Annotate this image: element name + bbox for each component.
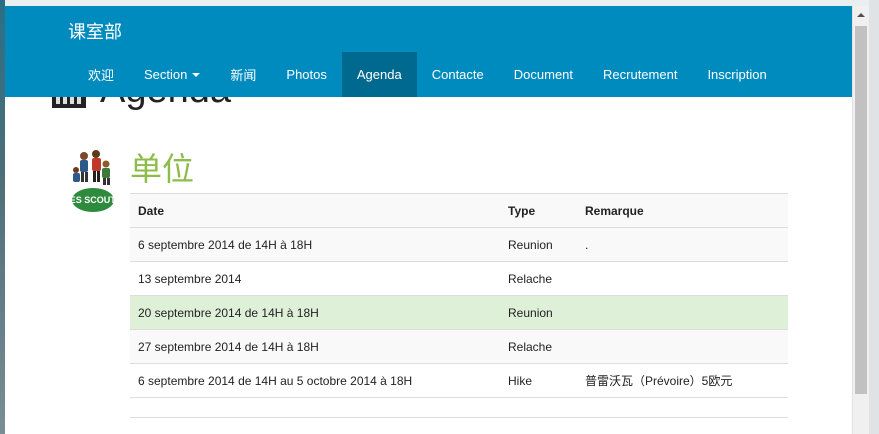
agenda-table: Date Type Remarque 6 septembre 2014 de 1… xyxy=(130,193,788,398)
nav-item-新闻[interactable]: 新闻 xyxy=(215,52,271,97)
cell-type: Reunion xyxy=(500,295,577,330)
cell-date: 27 septembre 2014 de 14H à 18H xyxy=(130,329,500,364)
nav-item-section[interactable]: Section xyxy=(129,52,215,97)
vertical-scrollbar[interactable] xyxy=(852,6,869,434)
cell-date: 13 septembre 2014 xyxy=(130,261,500,296)
scouts-figures-icon xyxy=(73,150,110,185)
cell-date: 6 septembre 2014 de 14H au 5 octobre 201… xyxy=(130,363,500,398)
nav-item-photos[interactable]: Photos xyxy=(271,52,341,97)
brand-title[interactable]: 课室部 xyxy=(68,18,122,44)
nav-item-label: Contacte xyxy=(431,67,484,82)
nav-item-agenda[interactable]: Agenda xyxy=(341,52,417,97)
cell-type: Relache xyxy=(500,261,577,296)
nav-item-label: Recrutement xyxy=(603,67,678,82)
page-title-text: Agenda xyxy=(100,97,231,112)
window-right-edge xyxy=(869,0,879,434)
cell-date: 6 septembre 2014 de 14H à 18H xyxy=(130,227,500,262)
table-row: 13 septembre 2014 Relache xyxy=(130,261,788,296)
table-row: 6 septembre 2014 de 14H à 18H Reunion. xyxy=(130,227,788,262)
nav-item-欢迎[interactable]: 欢迎 xyxy=(73,52,129,97)
table-row: 20 septembre 2014 de 14H à 18H Reunion xyxy=(130,295,788,330)
caret-down-icon xyxy=(192,72,201,77)
nav-item-label: Agenda xyxy=(356,67,402,82)
page-heading-container: Agenda xyxy=(5,97,852,117)
calendar-icon xyxy=(52,97,86,108)
unit-title: 单位 xyxy=(130,151,195,187)
nav-item-label: 新闻 xyxy=(230,68,257,83)
cell-remark: . xyxy=(577,227,788,262)
table-row: 27 septembre 2014 de 14H à 18H Relache xyxy=(130,329,788,364)
scroll-up-arrow-icon[interactable] xyxy=(853,6,869,23)
cell-remark xyxy=(577,295,788,330)
cell-remark: 普雷沃瓦（Prévoire）5欧元 xyxy=(577,363,788,398)
nav-item-label: 欢迎 xyxy=(88,68,115,83)
nav-item-label: Document xyxy=(513,67,574,82)
cell-type: Reunion xyxy=(500,227,577,262)
main-nav: 欢迎 Section 新闻 Photos Agenda Contacte Document R… xyxy=(73,52,782,97)
scrollbar-thumb[interactable] xyxy=(855,26,867,394)
nav-item-label: Section xyxy=(144,67,188,82)
table-header-row: Date Type Remarque xyxy=(130,193,788,228)
nav-item-label: Photos xyxy=(286,67,327,82)
nav-item-recrutement[interactable]: Recrutement xyxy=(588,52,692,97)
cell-type: Relache xyxy=(500,329,577,364)
nav-item-label: Inscription xyxy=(707,67,767,82)
page-title: Agenda xyxy=(52,97,231,112)
column-header-date: Date xyxy=(130,193,500,228)
column-header-remark: Remarque xyxy=(577,193,788,228)
nav-item-inscription[interactable]: Inscription xyxy=(692,52,781,97)
table-row: 6 septembre 2014 de 14H au 5 octobre 201… xyxy=(130,363,788,398)
top-navbar: 课室部 欢迎 Section 新闻 Photos Agenda Contacte Docum… xyxy=(5,6,852,97)
cell-type: Hike xyxy=(500,363,577,398)
cell-remark xyxy=(577,261,788,296)
column-header-type: Type xyxy=(500,193,577,228)
nav-item-contacte[interactable]: Contacte xyxy=(417,52,499,97)
scouts-logo-text: LES SCOUTS xyxy=(70,195,116,205)
cell-remark xyxy=(577,329,788,364)
nav-item-document[interactable]: Document xyxy=(499,52,588,97)
scouts-logo: LES SCOUTS xyxy=(70,150,116,212)
table-bottom-divider xyxy=(130,417,788,418)
cell-date: 20 septembre 2014 de 14H à 18H xyxy=(130,295,500,330)
